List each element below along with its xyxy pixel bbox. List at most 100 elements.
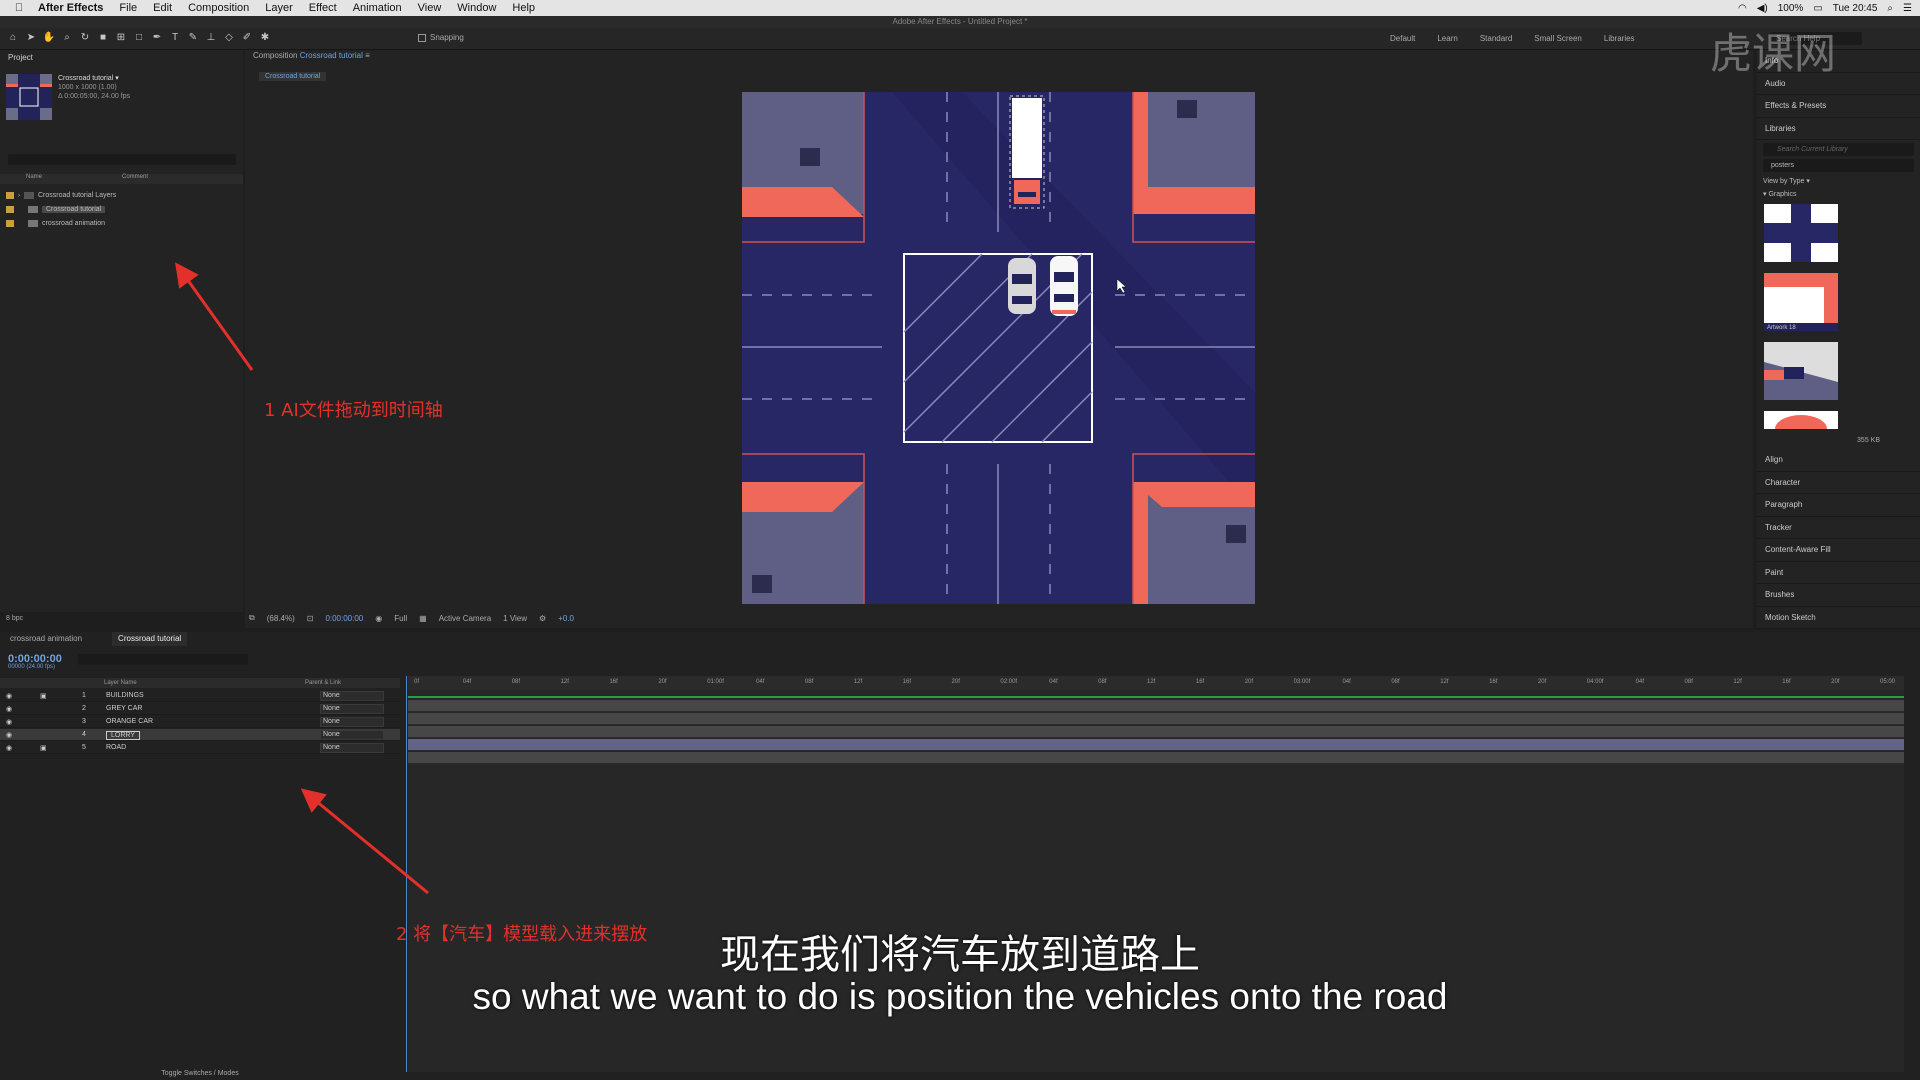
puppet-tool-icon[interactable]: ✱ bbox=[258, 31, 272, 45]
col-layer-name[interactable]: Layer Name bbox=[104, 680, 137, 686]
snapping-toggle[interactable]: Snapping bbox=[418, 33, 464, 42]
tracker-tab[interactable]: Tracker bbox=[1757, 517, 1920, 539]
visibility-eye-icon[interactable]: ◉ bbox=[6, 744, 12, 752]
visibility-eye-icon[interactable]: ◉ bbox=[6, 692, 12, 700]
col-name[interactable]: Name bbox=[0, 174, 42, 184]
effects-presets-tab[interactable]: Effects & Presets bbox=[1757, 95, 1920, 118]
layer-name[interactable]: GREY CAR bbox=[106, 705, 142, 712]
layer-row[interactable]: ◉ ▣ 5 ROAD None bbox=[0, 742, 400, 754]
comp-viewer-canvas[interactable] bbox=[742, 92, 1255, 604]
col-parent-link[interactable]: Parent & Link bbox=[305, 680, 341, 686]
label-color-chip[interactable] bbox=[6, 206, 14, 213]
project-item-layers-folder[interactable]: › Crossroad tutorial Layers bbox=[6, 190, 226, 201]
apple-icon[interactable]:  bbox=[8, 2, 30, 14]
workspace-libraries[interactable]: Libraries bbox=[1604, 34, 1635, 43]
content-aware-fill-tab[interactable]: Content-Aware Fill bbox=[1757, 539, 1920, 562]
menu-composition[interactable]: Composition bbox=[180, 2, 257, 14]
menubar-clock[interactable]: Tue 20:45 bbox=[1833, 3, 1878, 14]
paint-tab[interactable]: Paint bbox=[1757, 562, 1920, 584]
menu-effect[interactable]: Effect bbox=[301, 2, 345, 14]
current-time-display[interactable]: 0:00:00:00 bbox=[325, 614, 363, 623]
always-preview-icon[interactable]: ⧉ bbox=[249, 613, 255, 623]
volume-icon[interactable]: ◀) bbox=[1757, 3, 1768, 14]
layer-name[interactable]: BUILDINGS bbox=[106, 692, 144, 699]
parent-select[interactable]: None bbox=[320, 730, 384, 740]
layer-duration-bar[interactable] bbox=[408, 713, 1904, 725]
brushes-tab[interactable]: Brushes bbox=[1757, 584, 1920, 607]
resolution-dropdown[interactable]: Full bbox=[394, 614, 407, 623]
layer-duration-bar[interactable] bbox=[408, 726, 1904, 738]
menu-layer[interactable]: Layer bbox=[257, 2, 301, 14]
notification-icon[interactable]: ☰ bbox=[1903, 3, 1912, 14]
brush-tool-icon[interactable]: ✎ bbox=[186, 31, 200, 45]
character-tab[interactable]: Character bbox=[1757, 472, 1920, 494]
workspace-learn[interactable]: Learn bbox=[1437, 34, 1457, 43]
snapshot-icon[interactable]: ◉ bbox=[375, 614, 382, 623]
menu-file[interactable]: File bbox=[111, 2, 145, 14]
workspace-standard[interactable]: Standard bbox=[1480, 34, 1512, 43]
layer-row[interactable]: ◉ 2 GREY CAR None bbox=[0, 703, 400, 715]
libraries-tab[interactable]: Libraries bbox=[1757, 118, 1920, 140]
library-graphic-3[interactable] bbox=[1764, 342, 1838, 400]
pen-tool-icon[interactable]: ✒ bbox=[150, 31, 164, 45]
layer-name[interactable]: ROAD bbox=[106, 744, 126, 751]
zoom-dropdown[interactable]: (68.4%) bbox=[267, 614, 295, 623]
library-graphic-1[interactable] bbox=[1764, 204, 1838, 262]
parent-select[interactable]: None bbox=[320, 691, 384, 701]
layer-duration-bar[interactable] bbox=[408, 752, 1904, 764]
layer-row[interactable]: ◉ 3 ORANGE CAR None bbox=[0, 716, 400, 728]
home-icon[interactable]: ⌂ bbox=[6, 31, 20, 45]
menu-animation[interactable]: Animation bbox=[345, 2, 410, 14]
menu-edit[interactable]: Edit bbox=[145, 2, 180, 14]
menu-help[interactable]: Help bbox=[504, 2, 543, 14]
project-tab[interactable]: Project bbox=[0, 50, 243, 65]
time-ruler[interactable]: 0f 04f 08f 12f 16f 20f 01:00f 04f 08f 12f 16f 20f 02… bbox=[408, 676, 1904, 690]
menu-app-name[interactable]: After Effects bbox=[30, 2, 111, 14]
label-color-chip[interactable] bbox=[6, 220, 14, 227]
comp-viewer-tab[interactable]: Crossroad tutorial bbox=[259, 72, 327, 81]
library-graphic-4[interactable] bbox=[1764, 411, 1838, 443]
comp-tab-prefix[interactable]: Composition bbox=[253, 51, 297, 60]
layer-name[interactable]: LORRY bbox=[106, 731, 140, 740]
comp-info-name[interactable]: Crossroad tutorial ▾ bbox=[58, 74, 130, 83]
project-search-input[interactable] bbox=[8, 154, 236, 165]
zoom-tool-icon[interactable]: ⌕ bbox=[60, 31, 74, 45]
view-layout-dropdown[interactable]: 1 View bbox=[503, 614, 527, 623]
layer-row[interactable]: ◉ ▣ 1 BUILDINGS None bbox=[0, 690, 400, 702]
layer-row[interactable]: ◉ 4 LORRY None bbox=[0, 729, 400, 741]
parent-select[interactable]: None bbox=[320, 704, 384, 714]
menu-view[interactable]: View bbox=[410, 2, 450, 14]
workspace-default[interactable]: Default bbox=[1390, 34, 1415, 43]
timeline-search-input[interactable] bbox=[78, 654, 248, 665]
parent-select[interactable]: None bbox=[320, 743, 384, 753]
library-search-input[interactable]: Search Current Library bbox=[1763, 143, 1914, 156]
toggle-switches-modes[interactable]: Toggle Switches / Modes bbox=[0, 1068, 400, 1080]
battery-icon[interactable]: ▭ bbox=[1813, 3, 1822, 14]
layer-duration-bar[interactable] bbox=[408, 739, 1904, 751]
tab-crossroad-tutorial[interactable]: Crossroad tutorial bbox=[112, 632, 188, 646]
paragraph-tab[interactable]: Paragraph bbox=[1757, 494, 1920, 517]
project-item-crossroad-tutorial[interactable]: Crossroad tutorial bbox=[6, 204, 226, 215]
align-tab[interactable]: Align bbox=[1757, 449, 1920, 472]
camera-tool-icon[interactable]: ■ bbox=[96, 31, 110, 45]
project-item-crossroad-animation[interactable]: crossroad animation bbox=[6, 218, 226, 229]
col-comment[interactable]: Comment bbox=[42, 174, 148, 184]
menu-window[interactable]: Window bbox=[449, 2, 504, 14]
library-select[interactable]: posters bbox=[1763, 159, 1914, 172]
type-tool-icon[interactable]: T bbox=[168, 31, 182, 45]
pan-behind-tool-icon[interactable]: ⊞ bbox=[114, 31, 128, 45]
label-color-chip[interactable] bbox=[6, 192, 14, 199]
comp-panel-menu-icon[interactable]: ≡ bbox=[365, 51, 370, 60]
visibility-eye-icon[interactable]: ◉ bbox=[6, 705, 12, 713]
selection-tool-icon[interactable]: ➤ bbox=[24, 31, 38, 45]
work-area-bar[interactable] bbox=[408, 696, 1904, 698]
rotate-tool-icon[interactable]: ↻ bbox=[78, 31, 92, 45]
view-by-type-dropdown[interactable]: View by Type ▾ bbox=[1757, 175, 1920, 189]
exposure-value[interactable]: +0.0 bbox=[558, 614, 574, 623]
roto-brush-tool-icon[interactable]: ✐ bbox=[240, 31, 254, 45]
tab-crossroad-animation[interactable]: crossroad animation bbox=[10, 632, 82, 646]
region-of-interest-icon[interactable]: ⊡ bbox=[307, 614, 314, 623]
workspace-small-screen[interactable]: Small Screen bbox=[1534, 34, 1582, 43]
motion-sketch-tab[interactable]: Motion Sketch bbox=[1757, 607, 1920, 629]
layer-duration-bar[interactable] bbox=[408, 700, 1904, 712]
